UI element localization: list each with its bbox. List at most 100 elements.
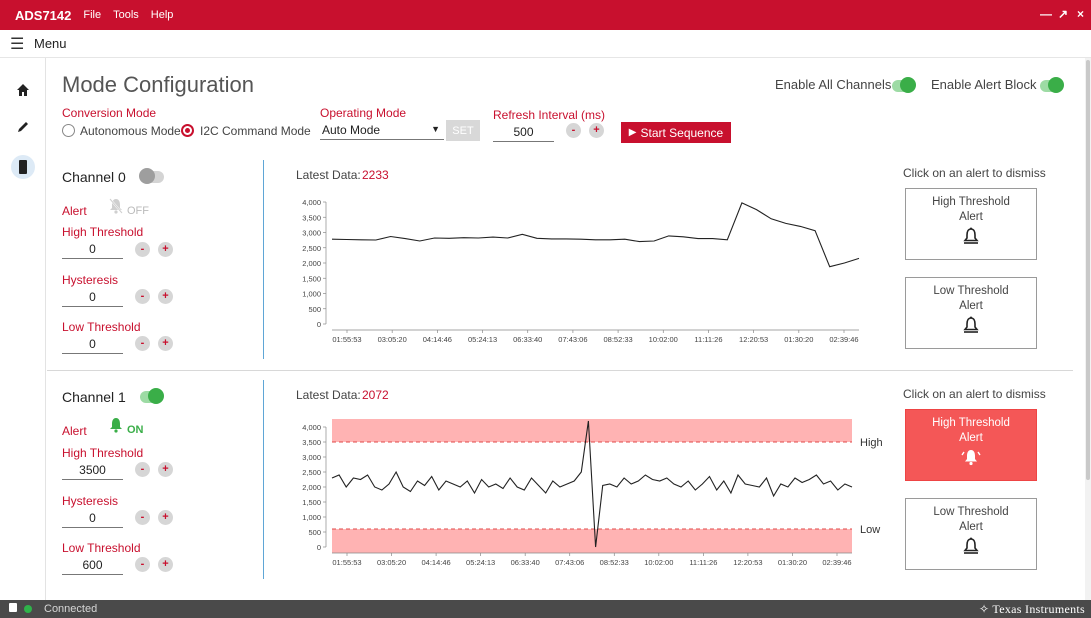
channel-1-high-threshold-increment[interactable]: + (158, 462, 173, 477)
channel-1-divider (263, 380, 264, 579)
channel-0-latest-value: 2233 (362, 168, 389, 182)
play-icon: ▶ (628, 127, 637, 138)
channel-1-chart-y-tick-label: 4,000 (302, 423, 321, 432)
enable-all-channels-toggle[interactable] (892, 77, 916, 93)
ti-logo-icon: ✧ (978, 602, 990, 616)
channel-1-chart-low-band (332, 529, 852, 553)
channel-separator (47, 370, 1073, 371)
channel-1-chart-low-label: Low (860, 524, 880, 536)
connection-status-icon (24, 605, 32, 613)
channel-1-high-threshold-label: High Threshold (62, 446, 144, 460)
start-sequence-button[interactable]: ▶ Start Sequence (621, 122, 731, 143)
channel-0-low-threshold-increment[interactable]: + (158, 336, 173, 351)
channel-0-hysteresis-input[interactable]: 0 (62, 287, 123, 307)
channel-1-low-alert-box[interactable]: Low Threshold Alert (905, 498, 1037, 570)
channel-0-high-alert-line2: Alert (959, 211, 983, 223)
menu-file[interactable]: File (83, 9, 101, 21)
scrollbar[interactable] (1085, 58, 1091, 600)
channel-0-low-threshold-input[interactable]: 0 (62, 334, 123, 354)
log-icon[interactable] (8, 602, 18, 616)
home-icon[interactable] (11, 78, 35, 102)
channel-0-chart-series-line (331, 202, 860, 268)
channel-1-chart-y-tick-label: 1,000 (302, 513, 321, 522)
bell-off-icon (107, 197, 125, 218)
channel-0-chart-y-tick-label: 4,000 (302, 198, 321, 207)
channel-1-alert-label: Alert (62, 424, 87, 438)
i2c-command-mode-label[interactable]: I2C Command Mode (200, 124, 311, 138)
pencil-icon[interactable] (11, 115, 35, 139)
channel-0-low-alert-line1: Low Threshold (933, 285, 1009, 297)
hamburger-icon[interactable]: ☰ (10, 34, 32, 54)
menu-tools[interactable]: Tools (113, 9, 139, 21)
refresh-decrement-button[interactable]: - (566, 123, 581, 138)
channel-0-hysteresis-decrement[interactable]: - (135, 289, 150, 304)
autonomous-mode-radio[interactable] (62, 124, 75, 137)
channel-1-low-threshold-decrement[interactable]: - (135, 557, 150, 572)
scrollbar-thumb[interactable] (1086, 60, 1090, 480)
channel-0-hysteresis-increment[interactable]: + (158, 289, 173, 304)
close-icon[interactable]: × (1077, 7, 1084, 21)
set-button[interactable]: SET (446, 120, 480, 141)
bell-icon (963, 227, 979, 244)
channel-1-toggle[interactable] (140, 388, 164, 404)
page-title: Mode Configuration (62, 72, 255, 97)
channel-1-high-alert-line1: High Threshold (932, 417, 1010, 429)
refresh-increment-button[interactable]: + (589, 123, 604, 138)
i2c-command-mode-radio[interactable] (181, 124, 194, 137)
app-name: ADS7142 (15, 7, 72, 23)
ti-brand-text: Texas Instruments (992, 602, 1085, 616)
channel-0-divider (263, 160, 264, 359)
channel-1-chart-y-tick-label: 1,500 (302, 498, 321, 507)
channel-0-low-threshold-decrement[interactable]: - (135, 336, 150, 351)
channel-0-high-threshold-input[interactable]: 0 (62, 239, 123, 259)
bell-ringing-icon (961, 450, 981, 466)
channel-1-low-threshold-increment[interactable]: + (158, 557, 173, 572)
operating-mode-select[interactable]: Auto Mode ▼ (320, 120, 444, 140)
dropdown-caret-icon: ▼ (431, 124, 440, 134)
channel-0-latest-label: Latest Data: (296, 168, 361, 182)
channel-1-chart-x-tick-label: 03:05:20 (377, 558, 406, 567)
channel-0-chart-y-tick-label: 500 (308, 305, 321, 314)
maximize-icon[interactable]: ↗ (1058, 7, 1068, 21)
bell-icon (963, 537, 979, 554)
channel-1-hysteresis-input[interactable]: 0 (62, 508, 123, 528)
channel-0-dismiss-hint: Click on an alert to dismiss (903, 166, 1046, 180)
ti-logo: ✧ Texas Instruments (979, 602, 1085, 617)
channel-1-hysteresis-increment[interactable]: + (158, 510, 173, 525)
channel-1-high-threshold-input[interactable]: 3500 (62, 460, 123, 480)
minimize-icon[interactable]: — (1040, 7, 1052, 21)
channel-1-high-threshold-decrement[interactable]: - (135, 462, 150, 477)
channel-0-chart-y-tick-label: 1,500 (302, 274, 321, 283)
start-sequence-label: Start Sequence (640, 125, 724, 140)
device-icon[interactable] (11, 155, 35, 179)
channel-0-alert-state: OFF (127, 205, 149, 217)
channel-1-chart-x-tick-label: 10:02:00 (644, 558, 673, 567)
channel-1-high-alert-box[interactable]: High Threshold Alert (905, 409, 1037, 481)
refresh-interval-input[interactable]: 500 (493, 122, 554, 142)
channel-0-label: Channel 0 (62, 169, 126, 185)
channel-1-chart-y-tick-label: 0 (317, 543, 321, 552)
channel-1-chart-high-band (332, 419, 852, 442)
menu-help[interactable]: Help (151, 9, 174, 21)
channel-0-chart-x-tick-label: 08:52:33 (603, 335, 632, 344)
autonomous-mode-label[interactable]: Autonomous Mode (80, 124, 181, 138)
channel-1-low-threshold-input[interactable]: 600 (62, 555, 123, 575)
channel-1-chart-y-tick-label: 2,500 (302, 468, 321, 477)
enable-alert-block-toggle[interactable] (1040, 77, 1064, 93)
channel-1-hysteresis-decrement[interactable]: - (135, 510, 150, 525)
channel-0-high-threshold-increment[interactable]: + (158, 242, 173, 257)
channel-1-chart-x-tick-label: 08:52:33 (600, 558, 629, 567)
refresh-interval-label: Refresh Interval (ms) (493, 108, 606, 122)
title-bar: ADS7142 File Tools Help — ↗ × (0, 0, 1091, 30)
channel-1-latest-value: 2072 (362, 388, 389, 402)
channel-1-low-threshold-label: Low Threshold (62, 541, 141, 555)
channel-0-high-threshold-decrement[interactable]: - (135, 242, 150, 257)
channel-0-chart-x-tick-label: 01:55:53 (332, 335, 361, 344)
status-bar: Connected ✧ Texas Instruments (0, 600, 1091, 618)
channel-0-toggle[interactable] (139, 168, 164, 184)
channel-0-chart-x-tick-label: 10:02:00 (649, 335, 678, 344)
channel-1-chart-x-tick-label: 06:33:40 (511, 558, 540, 567)
channel-0-high-alert-box[interactable]: High Threshold Alert (905, 188, 1037, 260)
menu-label[interactable]: Menu (34, 36, 67, 51)
channel-0-low-alert-box[interactable]: Low Threshold Alert (905, 277, 1037, 349)
